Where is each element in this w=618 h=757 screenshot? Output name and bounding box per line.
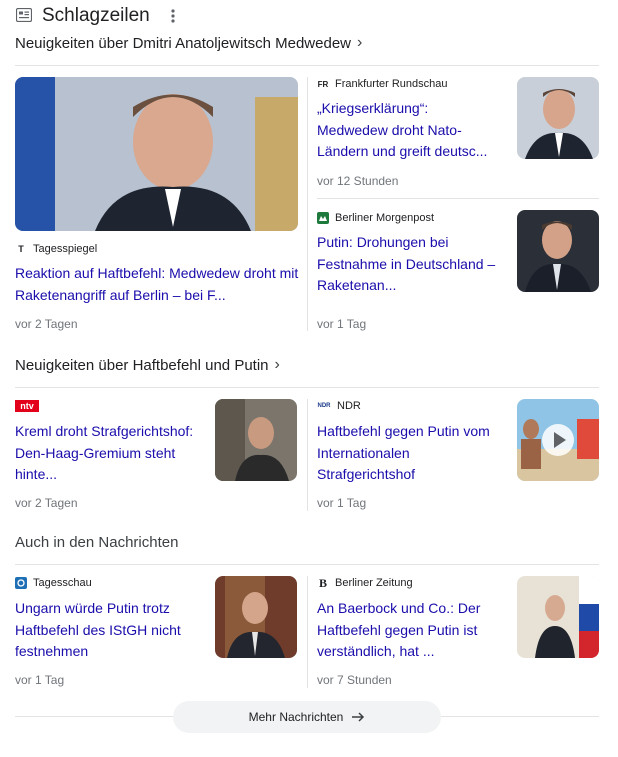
divider xyxy=(307,576,308,688)
article-source: ntv xyxy=(15,400,39,412)
article-time: vor 2 Tagen xyxy=(15,496,78,510)
more-news-button[interactable]: Mehr Nachrichten xyxy=(173,701,441,733)
article-thumbnail[interactable] xyxy=(517,77,599,159)
article-time: vor 1 Tag xyxy=(317,496,367,510)
article-source: T Tagesspiegel xyxy=(15,243,97,255)
frankfurter-rundschau-logo-icon: FR xyxy=(317,79,329,89)
ndr-logo-icon: NDR xyxy=(317,403,331,409)
article-title-link[interactable]: Haftbefehl gegen Putin vom International… xyxy=(317,421,497,486)
article-thumbnail[interactable] xyxy=(215,399,297,481)
divider xyxy=(15,564,599,565)
article-time: vor 1 Tag xyxy=(15,673,65,687)
article-source: Berliner Morgenpost xyxy=(317,212,434,224)
article-time: vor 12 Stunden xyxy=(317,174,399,188)
section-title-haftbefehl[interactable]: Neuigkeiten über Haftbefehl und Putin › xyxy=(15,356,280,374)
article-thumbnail[interactable] xyxy=(517,576,599,658)
article-thumbnail[interactable] xyxy=(215,576,297,658)
ntv-logo-icon: ntv xyxy=(15,400,39,412)
section-title-medwedew[interactable]: Neuigkeiten über Dmitri Anatoljewitsch M… xyxy=(15,34,362,52)
divider xyxy=(317,198,599,199)
video-thumbnail[interactable] xyxy=(517,399,599,481)
article-source: NDR NDR xyxy=(317,400,361,412)
tagesschau-logo-icon xyxy=(15,577,27,589)
arrow-right-icon xyxy=(352,712,365,722)
article-source: FR Frankfurter Rundschau xyxy=(317,78,448,90)
berliner-zeitung-logo-icon: B xyxy=(318,575,327,590)
article-time: vor 2 Tagen xyxy=(15,317,78,331)
chevron-right-icon: › xyxy=(274,356,280,373)
article-time: vor 7 Stunden xyxy=(317,673,392,687)
article-source: Tagesschau xyxy=(15,577,92,589)
article-time: vor 1 Tag xyxy=(317,317,367,331)
section-title-label: Auch in den Nachrichten xyxy=(15,534,179,551)
page-title: Schlagzeilen xyxy=(42,5,150,26)
article-title-link[interactable]: Putin: Drohungen bei Festnahme in Deutsc… xyxy=(317,232,497,297)
article-title-link[interactable]: „Kriegserklärung“: Medwedew droht Nato-L… xyxy=(317,98,497,163)
news-icon xyxy=(16,8,32,22)
chevron-right-icon: › xyxy=(357,34,363,51)
more-options-icon[interactable] xyxy=(168,7,178,25)
article-title-link[interactable]: Kreml droht Strafgerichtshof: Den-Haag-G… xyxy=(15,421,195,486)
section-title-label: Neuigkeiten über Dmitri Anatoljewitsch M… xyxy=(15,34,351,52)
article-title-link[interactable]: Reaktion auf Haftbefehl: Medwedew droht … xyxy=(15,263,300,306)
divider xyxy=(307,77,308,331)
divider xyxy=(307,399,308,511)
article-title-link[interactable]: Ungarn würde Putin trotz Haftbefehl des … xyxy=(15,598,195,663)
divider xyxy=(15,387,599,388)
article-image[interactable] xyxy=(15,77,298,231)
divider xyxy=(15,65,599,66)
more-news-label: Mehr Nachrichten xyxy=(248,710,344,724)
berliner-morgenpost-logo-icon xyxy=(317,212,329,224)
article-title-link[interactable]: An Baerbock und Co.: Der Haftbefehl gege… xyxy=(317,598,497,663)
tagesspiegel-logo-icon: T xyxy=(18,244,24,254)
article-source: B Berliner Zeitung xyxy=(318,575,413,590)
section-title-label: Neuigkeiten über Haftbefehl und Putin xyxy=(15,356,269,374)
article-thumbnail[interactable] xyxy=(517,210,599,292)
section-title-nachrichten: Auch in den Nachrichten xyxy=(15,534,178,551)
